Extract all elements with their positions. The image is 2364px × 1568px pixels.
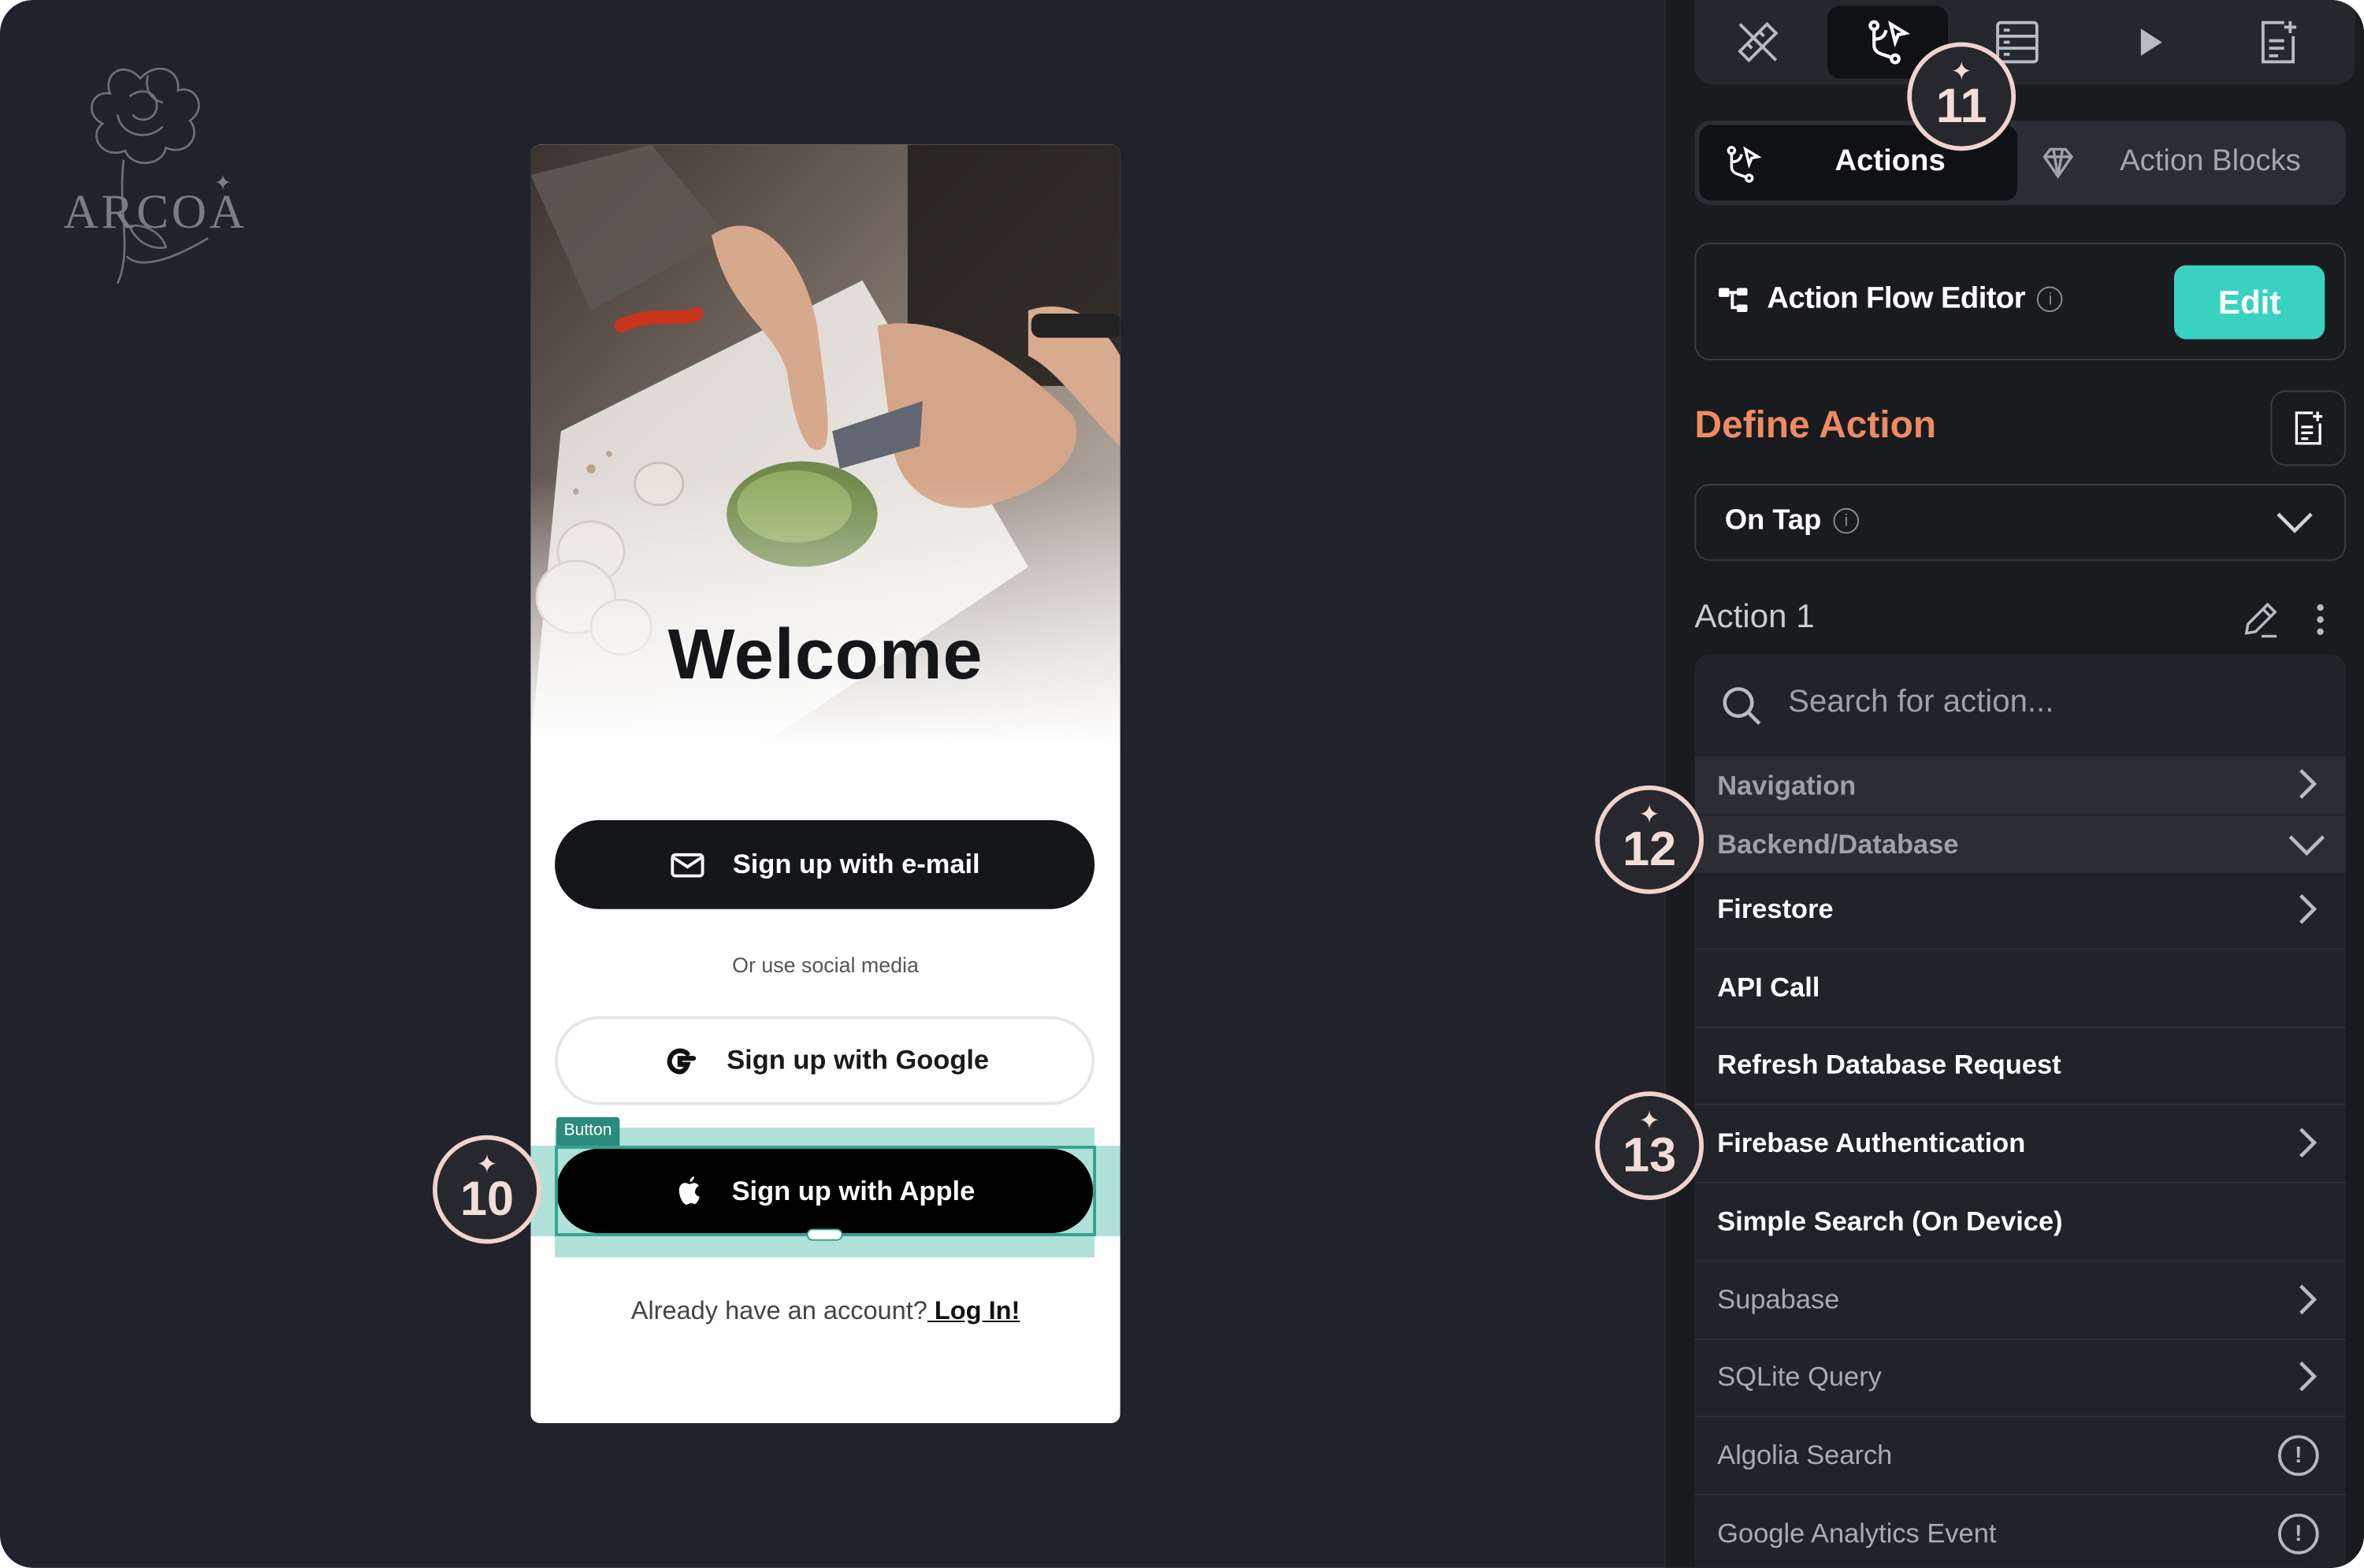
chevron-down-icon bbox=[2288, 835, 2325, 856]
callout-12: ✦ 12 bbox=[1595, 785, 1704, 894]
action-list-item-label: Firebase Authentication bbox=[1717, 1128, 2026, 1158]
category-backend-label: Backend/Database bbox=[1717, 829, 1959, 860]
document-add-icon bbox=[2261, 20, 2296, 64]
chevron-right-icon bbox=[2299, 769, 2318, 799]
play-icon bbox=[2140, 28, 2162, 56]
more-vertical-icon[interactable] bbox=[2306, 600, 2333, 639]
info-icon[interactable]: i bbox=[2037, 286, 2063, 313]
app-window: ✦ ARCOA Welcome Sign up with e-mail Or u… bbox=[0, 0, 2364, 1568]
ruler-pencil-icon bbox=[1738, 21, 1779, 63]
warning-icon[interactable]: ! bbox=[2277, 1435, 2319, 1476]
signup-google-button[interactable]: Sign up with Google bbox=[555, 1016, 1095, 1105]
login-link[interactable]: Log In! bbox=[927, 1296, 1020, 1325]
warning-icon[interactable]: ! bbox=[2277, 1513, 2319, 1554]
search-icon bbox=[1723, 687, 1761, 726]
login-prompt-text: Already have an account? bbox=[630, 1296, 927, 1325]
callout-10: ✦ 10 bbox=[433, 1135, 541, 1244]
flow-tree-icon bbox=[1719, 288, 1748, 313]
resize-handle[interactable] bbox=[806, 1228, 843, 1241]
panel-toolbar bbox=[1694, 0, 2355, 85]
add-action-button[interactable] bbox=[2270, 390, 2347, 466]
chevron-down-icon bbox=[2277, 512, 2313, 533]
info-icon[interactable]: i bbox=[1833, 508, 1860, 535]
tab-actions-label: Actions bbox=[1834, 144, 1946, 178]
social-divider-text: Or use social media bbox=[732, 953, 919, 977]
action-title: Action 1 bbox=[1694, 596, 1815, 635]
tab-style[interactable] bbox=[1713, 6, 1804, 79]
action-list-item-label: Algolia Search bbox=[1717, 1439, 1893, 1470]
action-flow-icon bbox=[1727, 146, 1762, 183]
define-action-title: Define Action bbox=[1694, 403, 1937, 447]
action-list-item-label: Simple Search (On Device) bbox=[1717, 1206, 2063, 1236]
signup-email-button[interactable]: Sign up with e-mail bbox=[555, 819, 1095, 909]
action-list-item-label: Google Analytics Event bbox=[1717, 1517, 1997, 1548]
edit-button[interactable]: Edit bbox=[2173, 265, 2325, 340]
action-list-item-label: Refresh Database Request bbox=[1717, 1050, 2061, 1080]
login-prompt: Already have an account? Log In! bbox=[530, 1296, 1120, 1326]
chevron-right-icon bbox=[2299, 1362, 2318, 1392]
selected-widget-tag: Button bbox=[556, 1117, 620, 1146]
tab-action-blocks[interactable]: Action Blocks bbox=[2020, 125, 2343, 201]
search-input[interactable]: Search for action... bbox=[1788, 685, 2054, 721]
mail-icon bbox=[671, 852, 704, 877]
arcoa-logo: ✦ bbox=[91, 67, 232, 284]
welcome-heading: Welcome bbox=[667, 613, 983, 694]
pencil-icon[interactable] bbox=[2240, 600, 2280, 639]
action-flow-editor-label: Action Flow Editor i bbox=[1767, 282, 2063, 317]
phone-preview: Welcome Sign up with e-mail Or use socia… bbox=[530, 144, 1121, 1424]
document-add-icon bbox=[2295, 411, 2323, 445]
signup-email-label: Sign up with e-mail bbox=[732, 849, 980, 879]
diamond-icon bbox=[2042, 147, 2074, 179]
tab-add-page[interactable] bbox=[2233, 6, 2324, 79]
tab-run[interactable] bbox=[2105, 6, 2195, 79]
trigger-label: On Tap i bbox=[1725, 505, 1860, 538]
callout-11: ✦ 11 bbox=[1907, 42, 2016, 151]
chevron-right-icon bbox=[2299, 1284, 2318, 1314]
action-list-item-label: SQLite Query bbox=[1717, 1362, 1882, 1392]
selection-outline bbox=[555, 1146, 1096, 1236]
action-list-item-label: Firestore bbox=[1717, 894, 1834, 924]
action-list-item-label: Supabase bbox=[1717, 1284, 1840, 1314]
category-navigation-label: Navigation bbox=[1717, 770, 1857, 801]
google-icon bbox=[667, 1047, 697, 1074]
tab-action-blocks-label: Action Blocks bbox=[2120, 144, 2301, 178]
signup-google-label: Sign up with Google bbox=[727, 1044, 990, 1076]
callout-13: ✦ 13 bbox=[1595, 1091, 1704, 1200]
logo-wordmark: ARCOA bbox=[63, 184, 247, 239]
action-flow-icon bbox=[1868, 20, 1911, 65]
action-list-item-label: API Call bbox=[1717, 972, 1820, 1002]
chevron-right-icon bbox=[2299, 894, 2318, 924]
chevron-right-icon bbox=[2299, 1128, 2318, 1158]
